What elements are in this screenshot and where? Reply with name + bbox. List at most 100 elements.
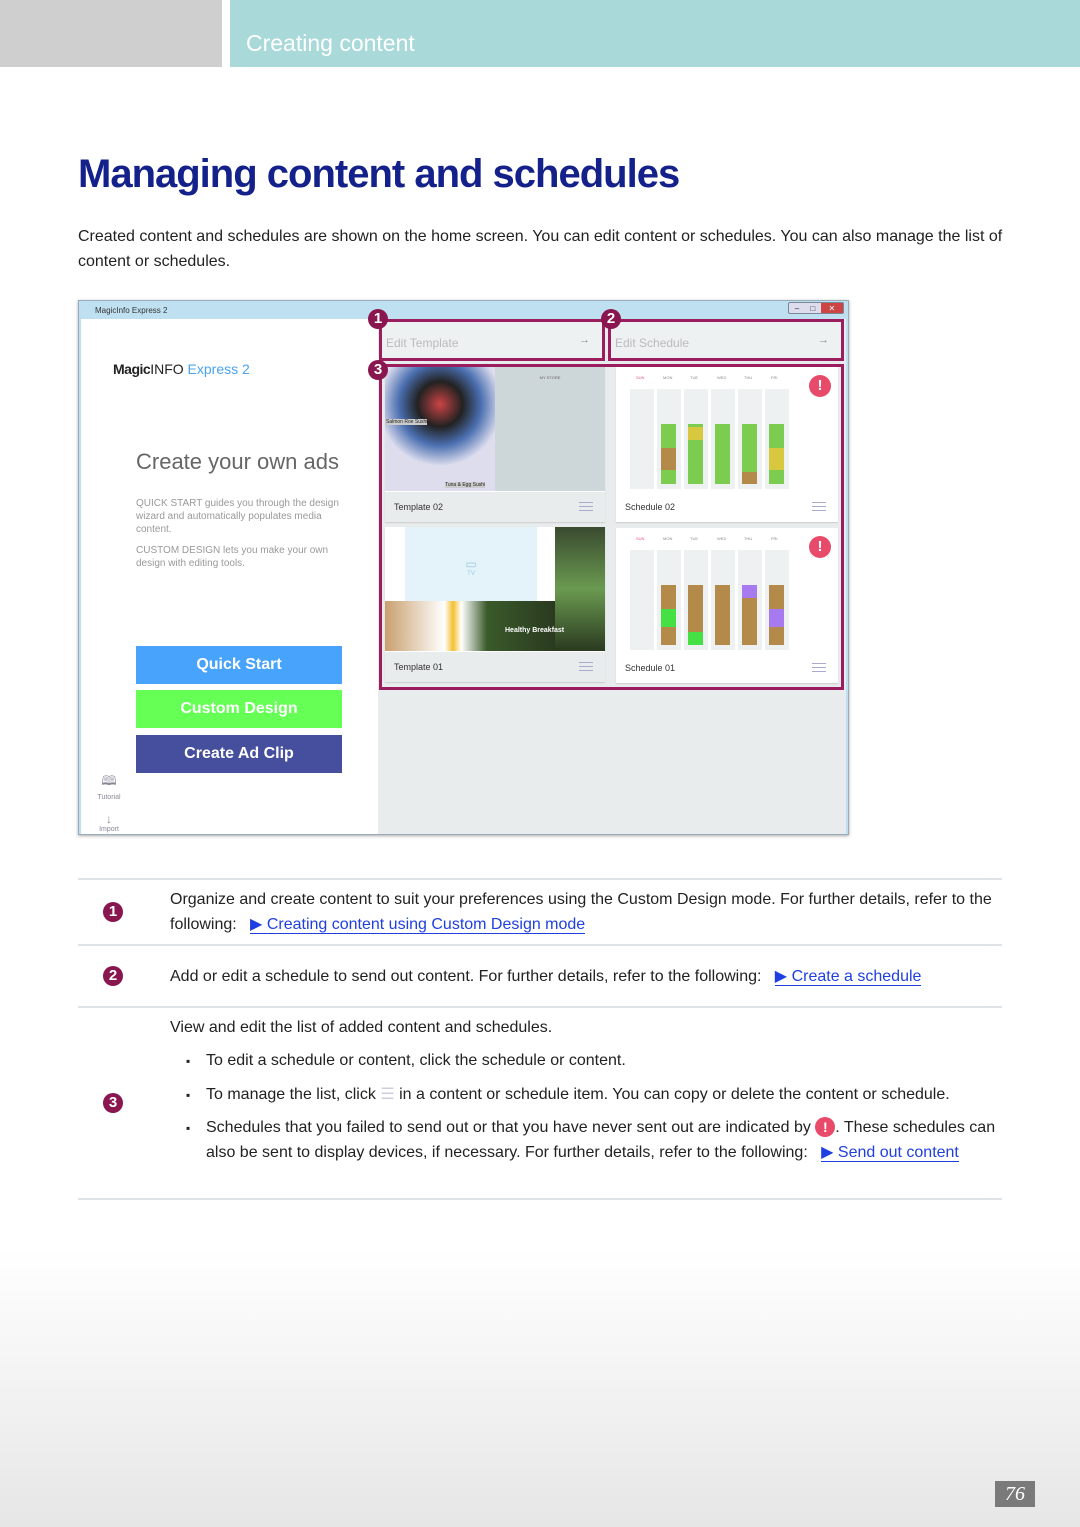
bullet-2: To manage the list, click ☰ in a content… — [206, 1086, 950, 1103]
schedule-block — [661, 585, 676, 609]
divider — [78, 878, 1002, 880]
day-label: WED — [717, 375, 727, 380]
template-name: Template 01 — [394, 662, 444, 672]
headline: Create your own ads — [136, 449, 339, 474]
day-label: SUN — [636, 536, 645, 541]
day-label: WED — [717, 536, 727, 541]
template-01-card[interactable]: ▭ TV Healthy Breakfast Template 01 — [385, 527, 605, 682]
day-column — [657, 389, 681, 489]
arrow-right-icon: → — [818, 334, 829, 346]
schedule-block — [688, 440, 703, 484]
schedule-block — [715, 585, 730, 645]
alert-icon: ! — [809, 536, 831, 558]
schedule-02-card[interactable]: SUN MON TUE WED THU FRI ! Schedule 02 — [616, 367, 838, 522]
row-number-2: 2 — [103, 966, 123, 986]
window-controls: – □ ✕ — [788, 302, 844, 314]
bullet-1: To edit a schedule or content, click the… — [206, 1052, 626, 1069]
callout-1: 1 — [368, 309, 388, 329]
row-1-text: Organize and create content to suit your… — [170, 891, 992, 934]
day-label: FRI — [771, 536, 778, 541]
menu-icon[interactable] — [579, 502, 593, 511]
header-left-block — [0, 0, 222, 67]
page-title: Managing content and schedules — [78, 152, 680, 196]
day-column — [711, 389, 735, 489]
menu-board: MY STORE — [495, 367, 605, 491]
day-label: TUE — [690, 536, 698, 541]
template-02-card[interactable]: Salmon Roe Sushi Tuna & Egg Sushi MY STO… — [385, 367, 605, 522]
arrow-right-icon: → — [579, 334, 590, 346]
menu-icon: ☰ — [380, 1086, 395, 1103]
day-column — [684, 550, 708, 650]
custom-design-desc: CUSTOM DESIGN lets you make your own des… — [136, 545, 329, 569]
minimize-icon: – — [794, 304, 800, 313]
schedule-block — [769, 627, 784, 645]
day-column — [657, 550, 681, 650]
schedule-block — [742, 585, 757, 598]
day-column — [765, 550, 789, 650]
menu-icon[interactable] — [579, 662, 593, 671]
link-send-out-content[interactable]: ▶ Send out content — [821, 1144, 959, 1162]
quick-start-desc: QUICK START guides you through the desig… — [136, 498, 339, 535]
schedule-block — [715, 424, 730, 484]
schedule-name: Schedule 02 — [625, 502, 676, 512]
callout-3: 3 — [368, 360, 388, 380]
template-name: Template 02 — [394, 502, 444, 512]
day-label: MON — [663, 375, 673, 380]
day-label: SUN — [636, 375, 645, 380]
divider — [78, 1198, 1002, 1200]
right-pane: Edit Template → Edit Schedule → Salmon Roe… — [378, 319, 846, 834]
create-ad-clip-button[interactable]: Create Ad Clip — [136, 735, 342, 773]
schedule-block — [661, 627, 676, 645]
link-create-schedule[interactable]: ▶ Create a schedule — [774, 968, 922, 986]
download-icon: ↓ — [106, 812, 112, 826]
left-pane: MagicINFO Express 2 Create your own ads … — [81, 319, 378, 834]
edit-template-button[interactable]: Edit Template → — [379, 319, 605, 361]
schedule-block — [769, 469, 784, 484]
edit-schedule-button[interactable]: Edit Schedule → — [608, 319, 844, 361]
schedule-block — [769, 609, 784, 627]
maximize-icon: □ — [810, 304, 816, 313]
day-column — [684, 389, 708, 489]
day-label: TUE — [690, 375, 698, 380]
schedule-block — [661, 448, 676, 470]
alert-icon: ! — [815, 1117, 836, 1137]
custom-design-button[interactable]: Custom Design — [136, 690, 342, 728]
day-column — [765, 389, 789, 489]
divider — [78, 1006, 1002, 1008]
day-column — [711, 550, 735, 650]
intro-text: Created content and schedules are shown … — [78, 228, 1003, 270]
schedule-block — [769, 448, 784, 470]
tutorial-button[interactable]: 🕮 Tutorial — [95, 772, 123, 801]
breakfast-image — [385, 601, 555, 651]
row-number-1: 1 — [103, 902, 123, 922]
import-button[interactable]: ↓ Import — [95, 812, 123, 833]
schedule-block — [742, 472, 757, 484]
bullet-3: Schedules that you failed to send out or… — [206, 1117, 996, 1162]
row-2-text: Add or edit a schedule to send out conte… — [170, 968, 922, 986]
menu-icon[interactable] — [812, 502, 826, 511]
schedule-01-card[interactable]: SUN MON TUE WED THU FRI ! Schedule 01 — [616, 528, 838, 683]
close-icon: ✕ — [820, 303, 843, 313]
image-caption: Salmon Roe Sushi — [386, 419, 428, 425]
link-custom-design[interactable]: ▶ Creating content using Custom Design m… — [250, 916, 586, 934]
image-caption: Healthy Breakfast — [505, 627, 565, 634]
sushi-image — [385, 367, 495, 491]
section-title: Creating content — [246, 30, 415, 56]
schedule-block — [769, 585, 784, 609]
app-logo: MagicINFO Express 2 — [113, 361, 250, 377]
quick-start-button[interactable]: Quick Start — [136, 646, 342, 684]
tv-icon: ▭ — [465, 557, 477, 571]
day-label: FRI — [771, 375, 778, 380]
day-column — [738, 550, 762, 650]
schedule-block — [688, 632, 703, 645]
day-label: MON — [663, 536, 673, 541]
day-column — [738, 389, 762, 489]
window-title: MagicInfo Express 2 — [95, 306, 168, 315]
menu-icon[interactable] — [812, 663, 826, 672]
day-label: THU — [744, 375, 753, 380]
divider — [78, 944, 1002, 946]
row-number-3: 3 — [103, 1093, 123, 1113]
day-label: THU — [744, 536, 753, 541]
day-column — [630, 389, 654, 489]
schedule-block — [688, 585, 703, 633]
